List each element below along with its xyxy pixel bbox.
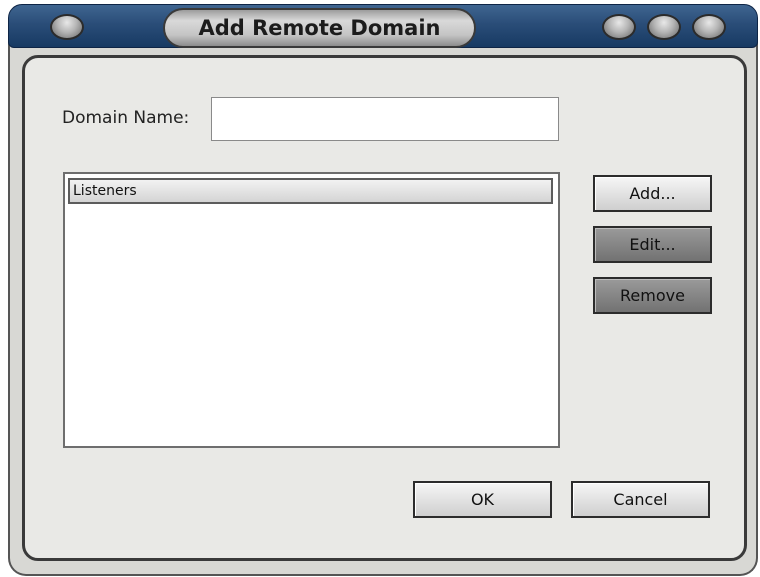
minimize-orb-icon[interactable]: [602, 14, 636, 40]
title-pill: Add Remote Domain: [163, 8, 476, 48]
listeners-column-header[interactable]: Listeners: [68, 178, 553, 204]
window-title: Add Remote Domain: [198, 16, 441, 40]
window-menu-orb-icon[interactable]: [50, 14, 84, 40]
add-remote-domain-dialog: Add Remote Domain Domain Name: Listeners…: [0, 0, 760, 577]
ok-button[interactable]: OK: [413, 481, 552, 518]
maximize-orb-icon[interactable]: [647, 14, 681, 40]
remove-listener-button[interactable]: Remove: [593, 277, 712, 314]
edit-listener-button[interactable]: Edit...: [593, 226, 712, 263]
close-orb-icon[interactable]: [692, 14, 726, 40]
domain-name-input[interactable]: [211, 97, 559, 141]
domain-name-label: Domain Name:: [62, 108, 190, 128]
listeners-list[interactable]: Listeners: [63, 172, 560, 448]
add-listener-button[interactable]: Add...: [593, 175, 712, 212]
cancel-button[interactable]: Cancel: [571, 481, 710, 518]
